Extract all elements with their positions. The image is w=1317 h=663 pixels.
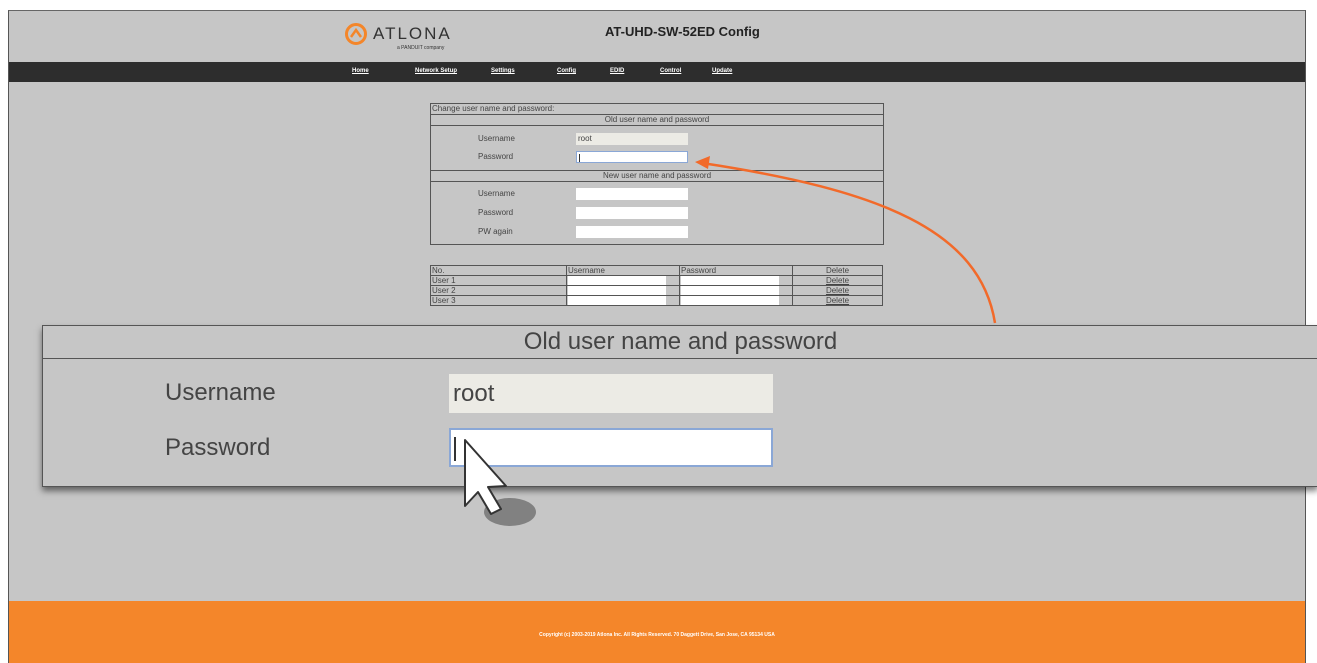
arrowhead-icon [695,156,710,169]
callout-arrow-icon [701,161,997,324]
annotation-overlay [464,156,997,526]
